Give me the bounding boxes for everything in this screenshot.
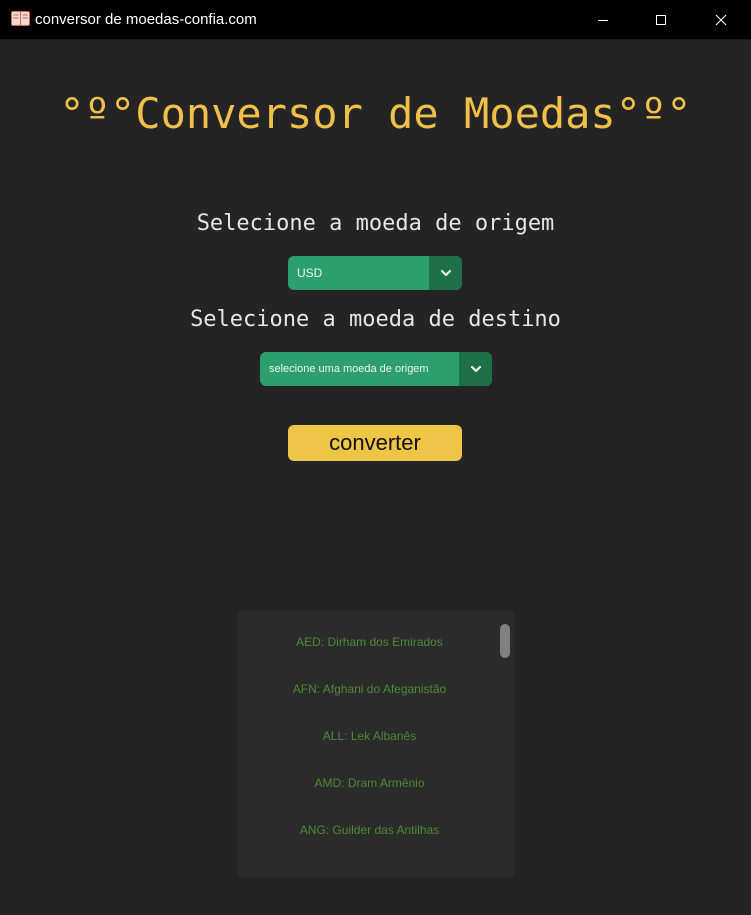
list-item: AED: Dirham dos Emirados — [296, 635, 443, 649]
title-bar[interactable]: conversor de moedas-confia.com — [0, 0, 751, 40]
app-window: conversor de moedas-confia.com °º°Conver… — [0, 0, 751, 915]
convert-button[interactable]: converter — [288, 425, 462, 461]
origin-currency-select[interactable]: USD — [288, 256, 462, 290]
list-item: AFN: Afghani do Afeganistão — [292, 682, 447, 696]
currency-list[interactable]: AED: Dirham dos Emirados AFN: Afghani do… — [237, 610, 515, 878]
chevron-down-icon — [440, 270, 451, 276]
maximize-icon — [656, 14, 666, 25]
close-icon — [715, 14, 727, 25]
minimize-icon — [598, 19, 608, 21]
close-button[interactable] — [692, 0, 750, 39]
destination-currency-value: selecione uma moeda de origem — [269, 363, 429, 375]
book-icon — [11, 11, 30, 26]
chevron-down-icon — [470, 366, 481, 372]
list-item: AMD: Dram Armênio — [314, 776, 425, 790]
scrollbar-thumb[interactable] — [500, 624, 510, 658]
list-item: ALL: Lek Albanês — [322, 729, 417, 743]
minimize-button[interactable] — [574, 0, 632, 39]
destination-currency-label: Selecione a moeda de destino — [190, 307, 561, 332]
page-title: °º°Conversor de Moedas°º° — [59, 89, 692, 138]
origin-currency-value: USD — [297, 266, 323, 280]
origin-currency-label: Selecione a moeda de origem — [196, 211, 555, 236]
destination-currency-select[interactable]: selecione uma moeda de origem — [260, 352, 492, 386]
origin-dropdown-toggle[interactable] — [429, 256, 462, 290]
maximize-button[interactable] — [632, 0, 690, 39]
window-title: conversor de moedas-confia.com — [35, 11, 257, 28]
destination-dropdown-toggle[interactable] — [459, 352, 492, 386]
list-item: ANG: Guilder das Antilhas — [299, 823, 440, 837]
